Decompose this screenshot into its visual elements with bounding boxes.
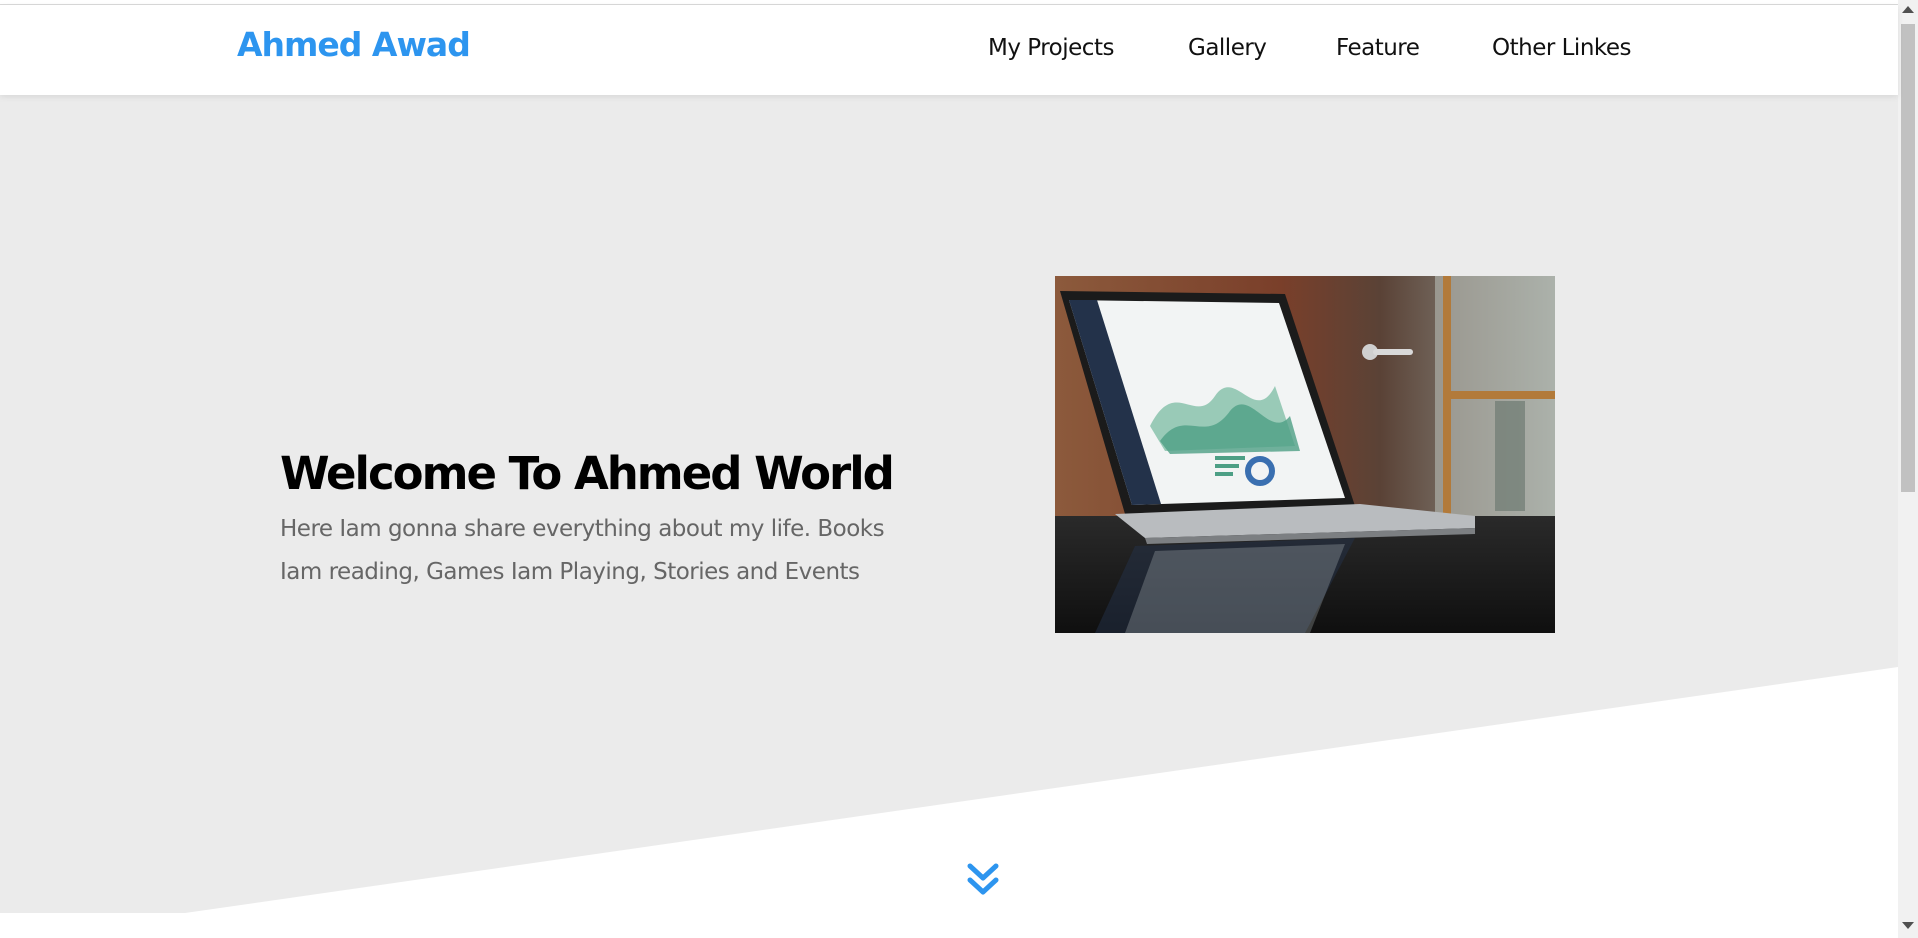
scrollbar-thumb[interactable] bbox=[1901, 24, 1915, 492]
site-header: Ahmed Awad My Projects Gallery Feature O… bbox=[0, 5, 1898, 95]
nav-link-my-projects[interactable]: My Projects bbox=[988, 35, 1114, 61]
hero-image bbox=[1055, 276, 1555, 633]
main-nav: My Projects Gallery Feature Other Linkes bbox=[0, 35, 1898, 75]
nav-link-gallery[interactable]: Gallery bbox=[1188, 35, 1267, 61]
page-scrollbar[interactable] bbox=[1898, 0, 1918, 938]
nav-link-feature[interactable]: Feature bbox=[1336, 35, 1420, 61]
hero-title: Welcome To Ahmed World bbox=[280, 447, 895, 500]
scroll-up-icon[interactable] bbox=[1902, 6, 1914, 13]
nav-link-other-links[interactable]: Other Linkes bbox=[1492, 35, 1632, 61]
double-chevron-down-icon[interactable] bbox=[967, 863, 999, 899]
scroll-down-icon[interactable] bbox=[1902, 922, 1914, 929]
laptop-photo-illustration bbox=[1055, 276, 1555, 633]
hero-section: Welcome To Ahmed World Here Iam gonna sh… bbox=[0, 95, 1898, 913]
hero-text: Here Iam gonna share everything about my… bbox=[280, 516, 885, 585]
